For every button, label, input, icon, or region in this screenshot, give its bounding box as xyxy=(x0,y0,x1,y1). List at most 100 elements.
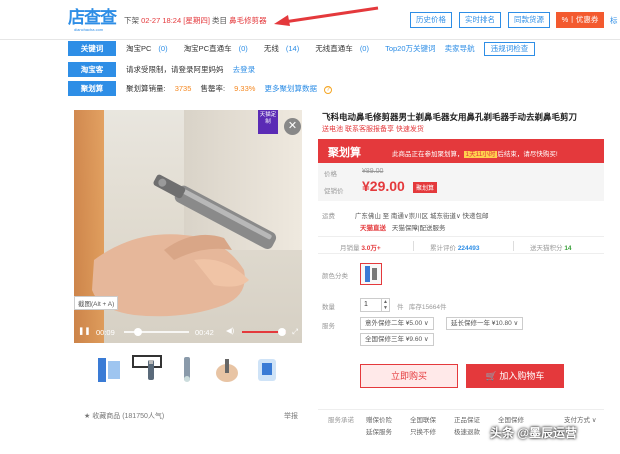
service-row: 天猫直送 天猫保障|配送服务 xyxy=(360,222,446,232)
monthly-sales-label: 月销量 xyxy=(340,245,360,252)
total-time: 00:42 xyxy=(195,328,214,337)
tmall-custom-badge: 天猫定制 xyxy=(258,110,278,134)
banned-word-check-button[interactable]: 违规词检查 xyxy=(483,42,536,56)
total-reviews-label: 累计评价 xyxy=(430,245,456,252)
shipping-text[interactable]: 广东佛山 至 南通∨崇川区 城东街道∨ 快递包邮 xyxy=(355,213,489,220)
unit-label: 件 xyxy=(397,304,404,311)
juhuasuan-tag: 聚划算 xyxy=(68,81,116,96)
screenshot-tooltip: 截图(Alt + A) xyxy=(74,296,119,310)
favorite-item[interactable]: ★ 收藏商品 (181750人气) xyxy=(84,411,164,421)
tmall-points-value: 14 xyxy=(564,245,572,252)
toutiao-watermark: 头条 @墨辰运营 xyxy=(490,426,578,440)
jhs-countdown: 1天11小时 xyxy=(463,151,498,158)
stats-divider xyxy=(513,241,514,251)
promo-price-label: 促销价 xyxy=(324,188,344,195)
thumbnail-4[interactable] xyxy=(212,355,242,385)
juhuasuan-price-tag: 聚划算 xyxy=(413,182,438,193)
current-time: 00:09 xyxy=(96,328,115,337)
payment-methods[interactable]: 支付方式 ∨ xyxy=(564,414,597,424)
sales-stats: 月销量 3.0万+ 累计评价 224493 送天猫积分 14 xyxy=(318,236,604,254)
jhs-rate-label: 售罄率: xyxy=(200,84,226,93)
keyword-item-count: (0) xyxy=(238,44,248,53)
original-price: ¥89.00 xyxy=(362,168,384,175)
tmall-direct-tag: 天猫直送 xyxy=(360,225,386,232)
promise-item[interactable]: 极速退款 xyxy=(454,426,480,436)
taoke-items: 请求受限制，请登录阿里妈妈 去登录 xyxy=(126,64,262,75)
quantity-label: 数量 xyxy=(322,304,335,311)
keyword-item-wireless[interactable]: 无线 (14) xyxy=(264,44,306,53)
juhuasuan-banner: 聚划算 此商品正在参加聚划算， 1天11小时 后结束，请尽快购买! xyxy=(318,139,604,163)
close-video-button[interactable]: ✕ xyxy=(284,118,301,135)
price-history-button[interactable]: 历史价格 xyxy=(410,12,452,28)
keyword-item-label: 淘宝PC xyxy=(126,44,152,53)
jhs-sales-value: 3735 xyxy=(174,84,192,93)
keyword-item-seller-nav[interactable]: 卖家导航 xyxy=(445,44,475,53)
login-link[interactable]: 去登录 xyxy=(233,65,256,74)
thumbnail-3[interactable] xyxy=(172,355,202,385)
warranty-option-2[interactable]: 延长保修一年 ¥10.80 ∨ xyxy=(446,317,524,330)
keyword-item-pc-ztc[interactable]: 淘宝PC直通车 (0) xyxy=(184,44,255,53)
taoke-row: 淘宝客 请求受限制，请登录阿里妈妈 去登录 xyxy=(68,61,620,78)
category-value[interactable]: 鼻毛修剪器 xyxy=(229,16,267,25)
more-jhs-data-link[interactable]: 更多聚划算数据 xyxy=(265,84,318,93)
promise-item[interactable]: 全国保修 xyxy=(498,414,524,424)
dianchacha-logo[interactable]: 店查查 dianchacha.com xyxy=(68,8,118,32)
cart-icon: 🛒 xyxy=(485,371,497,381)
monthly-sales: 月销量 3.0万+ xyxy=(340,242,381,252)
promise-item[interactable]: 全国联保 xyxy=(410,414,436,424)
product-title: 飞科电动鼻毛修剪器男士剃鼻毛器女用鼻孔剃毛器手动去剃鼻毛剪刀 xyxy=(322,112,578,122)
thumbnail-image xyxy=(216,359,238,382)
shelf-label: 下架 xyxy=(124,16,139,25)
total-reviews[interactable]: 累计评价 224493 xyxy=(430,242,480,252)
keyword-item-label: 无线直通车 xyxy=(315,44,353,53)
keyword-item-pc[interactable]: 淘宝PC (0) xyxy=(126,44,175,53)
quantity-stepper[interactable]: ▲ ▼ xyxy=(382,298,390,312)
jhs-rate-value: 9.33% xyxy=(234,84,256,93)
help-icon[interactable]: ? xyxy=(324,86,333,94)
thumbnail-5[interactable] xyxy=(252,355,282,385)
buy-now-button[interactable]: 立即购买 xyxy=(360,364,458,388)
taoke-tag: 淘宝客 xyxy=(68,62,116,77)
color-option[interactable] xyxy=(360,263,382,285)
jhs-sales-label: 聚划算销量: xyxy=(126,84,166,93)
jhs-text-pre: 此商品正在参加聚划算， xyxy=(392,151,464,158)
realtime-rank-button[interactable]: 实时排名 xyxy=(459,12,501,28)
keyword-item-wireless-ztc[interactable]: 无线直通车 (0) xyxy=(315,44,376,53)
promise-item[interactable]: 只换不修 xyxy=(410,426,436,436)
progress-knob[interactable] xyxy=(133,328,142,336)
shipping-row: 运费 广东佛山 至 南通∨崇川区 城东街道∨ 快递包邮 xyxy=(322,210,489,220)
promise-item[interactable]: 赠保价险 xyxy=(366,414,392,424)
same-source-button[interactable]: 同款货源 xyxy=(508,12,550,28)
volume-icon[interactable]: ◀) xyxy=(226,326,234,335)
warranty-option-3[interactable]: 全国保修三年 ¥9.60 ∨ xyxy=(360,333,434,346)
keyword-items: 淘宝PC (0) 淘宝PC直通车 (0) 无线 (14) 无线直通车 (0) Top20… xyxy=(126,42,542,56)
logo-subtext: dianchacha.com xyxy=(74,27,104,32)
volume-knob[interactable] xyxy=(277,328,286,336)
thumbnail-2[interactable] xyxy=(132,355,162,380)
color-option-image xyxy=(365,266,377,282)
extra-link[interactable]: 标 xyxy=(610,15,618,26)
thumbnail-image xyxy=(258,359,276,381)
price-box: 价格 ¥89.00 促销价 ¥29.00 聚划算 xyxy=(318,163,604,201)
juhuasuan-logo: 聚划算 xyxy=(328,147,361,159)
juhuasuan-notice: 此商品正在参加聚划算， 1天11小时 后结束，请尽快购买! xyxy=(392,148,558,158)
pause-icon[interactable]: ❚❚ xyxy=(78,326,91,335)
report-link[interactable]: 举报 xyxy=(284,411,298,421)
favorite-count: (181750人气) xyxy=(122,413,165,420)
thumbnail-1[interactable] xyxy=(94,355,124,385)
thumbnail-image xyxy=(98,358,120,382)
coupon-button[interactable]: %丨优惠券 xyxy=(556,12,604,28)
keyword-item-top20w[interactable]: Top20万关键词 xyxy=(385,44,435,53)
promise-item[interactable]: 延保服务 xyxy=(366,426,392,436)
promise-item[interactable]: 正品保证 xyxy=(454,414,480,424)
quantity-input[interactable]: 1 xyxy=(360,298,382,312)
warranty-option-1[interactable]: 意外保修二年 ¥5.00 ∨ xyxy=(360,317,434,330)
stock-info: 件 库存15664件 xyxy=(397,301,447,311)
keyword-tag: 关键词 xyxy=(68,41,116,56)
tmall-service-text: 天猫保障|配送服务 xyxy=(391,225,446,232)
keyword-row: 关键词 淘宝PC (0) 淘宝PC直通车 (0) 无线 (14) 无线直通车 (0) T… xyxy=(68,40,620,57)
top-toolbar: 店查查 dianchacha.com 下架 02-27 18:24 [星期四] … xyxy=(0,0,620,40)
tmall-points: 送天猫积分 14 xyxy=(530,242,572,252)
fullscreen-icon[interactable]: ⤢ xyxy=(292,327,298,337)
add-to-cart-button[interactable]: 🛒 加入购物车 xyxy=(466,364,564,388)
